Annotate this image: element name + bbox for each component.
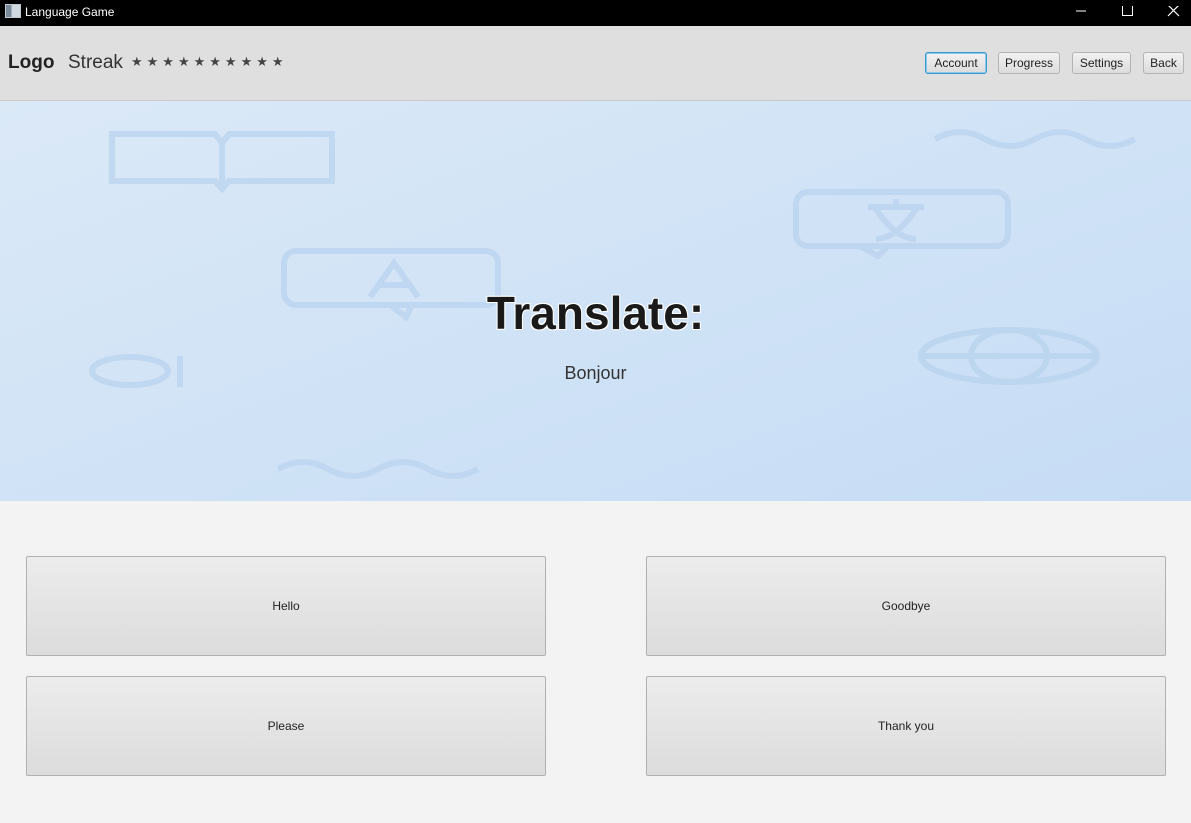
settings-button[interactable]: Settings [1072, 52, 1131, 74]
window-title-bar: Language Game [0, 0, 1191, 26]
account-button[interactable]: Account [925, 52, 987, 74]
back-button[interactable]: Back [1143, 52, 1184, 74]
minimize-icon [1076, 10, 1086, 12]
progress-button[interactable]: Progress [998, 52, 1060, 74]
top-header: Logo Streak ★★★★★★★★★★ Account Progress … [0, 26, 1191, 101]
minimize-button[interactable] [1058, 0, 1104, 26]
logo: Logo [8, 52, 55, 73]
window-title: Language Game [25, 5, 115, 19]
prompt-word: Bonjour [564, 363, 627, 383]
answer-button-please[interactable]: Please [26, 676, 546, 776]
answer-button-hello[interactable]: Hello [26, 556, 546, 656]
prompt-panel: Translate: Bonjour [0, 101, 1191, 501]
translate-bubble-icon [793, 189, 1011, 260]
close-button[interactable] [1150, 0, 1191, 26]
maximize-button[interactable] [1104, 0, 1150, 26]
answer-button-thank-you[interactable]: Thank you [646, 676, 1166, 776]
streak-stars: ★★★★★★★★★★ [131, 55, 288, 70]
wave-icon [933, 129, 1137, 149]
streak-label: Streak [68, 52, 123, 73]
book-icon [109, 131, 335, 194]
maximize-icon [1122, 6, 1133, 16]
wave-icon-bottom [276, 459, 480, 479]
app-icon [5, 4, 21, 18]
close-icon [1167, 6, 1180, 17]
answer-button-goodbye[interactable]: Goodbye [646, 556, 1166, 656]
prompt-title: Translate: [486, 287, 705, 339]
